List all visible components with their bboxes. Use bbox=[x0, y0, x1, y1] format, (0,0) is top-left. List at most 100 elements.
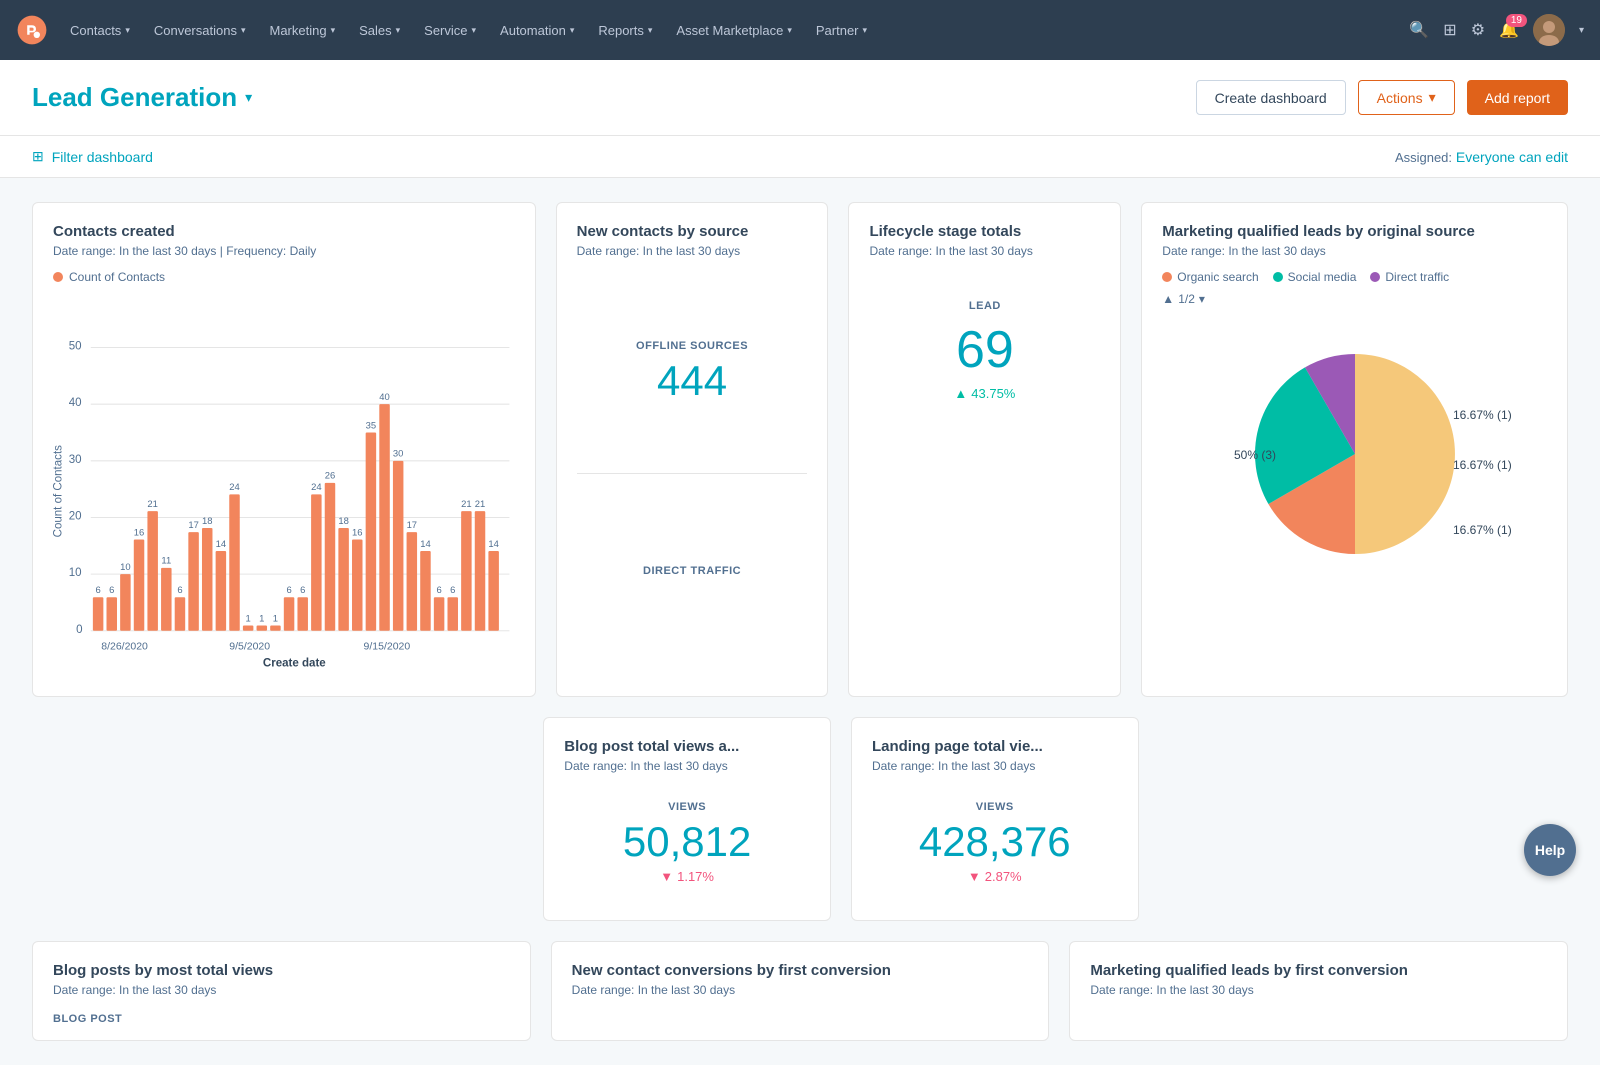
chevron-down-icon: ▾ bbox=[787, 25, 792, 36]
chevron-down-icon: ▾ bbox=[331, 25, 336, 36]
dashboard: Contacts created Date range: In the last… bbox=[0, 178, 1600, 1065]
landing-page-subtitle: Date range: In the last 30 days bbox=[872, 759, 1118, 773]
svg-text:30: 30 bbox=[393, 449, 404, 460]
grid-row-1: Contacts created Date range: In the last… bbox=[32, 202, 1568, 697]
blog-post-views-card: Blog post total views a... Date range: I… bbox=[543, 717, 831, 921]
svg-text:26: 26 bbox=[325, 471, 335, 482]
conversions-subtitle: Date range: In the last 30 days bbox=[572, 983, 1029, 997]
svg-text:6: 6 bbox=[300, 585, 305, 596]
chevron-down-icon[interactable]: ▾ bbox=[1579, 25, 1584, 36]
legend-dot-direct bbox=[1370, 272, 1380, 282]
nav-conversations[interactable]: Conversations ▾ bbox=[144, 15, 256, 46]
create-dashboard-button[interactable]: Create dashboard bbox=[1196, 80, 1346, 115]
blog-posts-subtitle: Date range: In the last 30 days bbox=[53, 983, 510, 997]
svg-text:40: 40 bbox=[69, 397, 82, 409]
nav-partner[interactable]: Partner ▾ bbox=[806, 15, 877, 46]
settings-icon[interactable]: ⚙ bbox=[1471, 20, 1485, 40]
pie-chart-container: 50% (3) 16.67% (1) 16.67% (1) 16.67% (1) bbox=[1162, 314, 1547, 594]
legend-direct: Direct traffic bbox=[1370, 270, 1449, 284]
landing-page-title: Landing page total vie... bbox=[872, 738, 1118, 755]
svg-text:10: 10 bbox=[120, 562, 131, 573]
svg-text:1: 1 bbox=[259, 613, 264, 624]
mql-subtitle: Date range: In the last 30 days bbox=[1162, 244, 1547, 258]
add-report-button[interactable]: Add report bbox=[1467, 80, 1568, 115]
svg-text:1: 1 bbox=[273, 613, 278, 624]
svg-text:6: 6 bbox=[177, 585, 182, 596]
page-header: Lead Generation ▾ Create dashboard Actio… bbox=[0, 60, 1600, 136]
svg-text:50% (3): 50% (3) bbox=[1234, 448, 1276, 462]
legend-social: Social media bbox=[1273, 270, 1357, 284]
blog-posts-views-card: Blog posts by most total views Date rang… bbox=[32, 941, 531, 1041]
chevron-down-icon: ▾ bbox=[241, 25, 246, 36]
lead-label: LEAD bbox=[969, 300, 1001, 312]
contacts-created-subtitle: Date range: In the last 30 days | Freque… bbox=[53, 244, 515, 258]
grid-row-3: Blog posts by most total views Date rang… bbox=[32, 941, 1568, 1041]
offline-value: 444 bbox=[657, 360, 727, 402]
legend-dot-organic bbox=[1162, 272, 1172, 282]
svg-text:6: 6 bbox=[95, 585, 100, 596]
contacts-chart-svg: 0 10 20 30 40 50 Count of Contacts bbox=[53, 296, 515, 676]
legend-dot-social bbox=[1273, 272, 1283, 282]
svg-text:17: 17 bbox=[407, 520, 418, 531]
svg-text:16.67% (1): 16.67% (1) bbox=[1453, 523, 1512, 537]
direct-label: DIRECT TRAFFIC bbox=[643, 565, 741, 577]
blog-post-col-label: BLOG POST bbox=[53, 1013, 510, 1025]
title-wrapper: Lead Generation ▾ bbox=[32, 82, 252, 113]
chevron-down-icon: ▾ bbox=[125, 25, 130, 36]
prev-page-icon[interactable]: ▲ bbox=[1162, 292, 1174, 306]
new-contacts-subtitle: Date range: In the last 30 days bbox=[577, 244, 808, 258]
direct-traffic-section: DIRECT TRAFFIC bbox=[577, 473, 808, 677]
svg-text:0: 0 bbox=[76, 624, 82, 636]
lifecycle-subtitle: Date range: In the last 30 days bbox=[869, 244, 1100, 258]
actions-button[interactable]: Actions ▾ bbox=[1358, 80, 1455, 115]
next-page-icon[interactable]: ▾ bbox=[1199, 292, 1205, 306]
new-contacts-title: New contacts by source bbox=[577, 223, 808, 240]
nav-sales[interactable]: Sales ▾ bbox=[349, 15, 410, 46]
lifecycle-content: LEAD 69 ▲ 43.75% bbox=[869, 270, 1100, 401]
chart-area: 0 10 20 30 40 50 Count of Contacts bbox=[53, 296, 515, 676]
blog-post-subtitle: Date range: In the last 30 days bbox=[564, 759, 810, 773]
svg-text:20: 20 bbox=[69, 511, 82, 523]
blog-views-section: VIEWS 50,812 ▼ 1.17% bbox=[564, 785, 810, 900]
nav-contacts[interactable]: Contacts ▾ bbox=[60, 15, 140, 46]
nav-asset-marketplace[interactable]: Asset Marketplace ▾ bbox=[666, 15, 801, 46]
notification-count: 19 bbox=[1506, 14, 1527, 27]
avatar[interactable] bbox=[1533, 14, 1565, 46]
assigned-link[interactable]: Everyone can edit bbox=[1456, 149, 1568, 165]
navigation: Contacts ▾ Conversations ▾ Marketing ▾ S… bbox=[0, 0, 1600, 60]
svg-text:14: 14 bbox=[420, 539, 431, 550]
chevron-down-icon: ▾ bbox=[472, 25, 477, 36]
svg-text:10: 10 bbox=[69, 567, 82, 579]
svg-text:24: 24 bbox=[229, 482, 240, 493]
nav-marketing[interactable]: Marketing ▾ bbox=[259, 15, 345, 46]
notification-icon[interactable]: 🔔 19 bbox=[1499, 20, 1519, 40]
pie-legend: Organic search Social media Direct traff… bbox=[1162, 270, 1547, 284]
legend-organic: Organic search bbox=[1162, 270, 1258, 284]
svg-text:50: 50 bbox=[69, 341, 82, 353]
landing-page-views-card: Landing page total vie... Date range: In… bbox=[851, 717, 1139, 921]
nav-service[interactable]: Service ▾ bbox=[414, 15, 486, 46]
landing-views-section: VIEWS 428,376 ▼ 2.87% bbox=[872, 785, 1118, 900]
svg-text:1: 1 bbox=[246, 613, 251, 624]
contacts-created-title: Contacts created bbox=[53, 223, 515, 240]
nav-automation[interactable]: Automation ▾ bbox=[490, 15, 584, 46]
lead-change: ▲ 43.75% bbox=[954, 386, 1015, 401]
mql-conversion-subtitle: Date range: In the last 30 days bbox=[1090, 983, 1547, 997]
title-dropdown-icon[interactable]: ▾ bbox=[245, 89, 252, 106]
svg-text:14: 14 bbox=[216, 539, 227, 550]
svg-text:18: 18 bbox=[202, 516, 213, 527]
help-button[interactable]: Help bbox=[1524, 824, 1576, 876]
svg-text:18: 18 bbox=[338, 516, 349, 527]
filter-dashboard-button[interactable]: ⊞ Filter dashboard bbox=[32, 148, 153, 165]
svg-text:6: 6 bbox=[286, 585, 291, 596]
nav-reports[interactable]: Reports ▾ bbox=[588, 15, 662, 46]
contacts-created-card: Contacts created Date range: In the last… bbox=[32, 202, 536, 697]
header-actions: Create dashboard Actions ▾ Add report bbox=[1196, 80, 1568, 115]
search-icon[interactable]: 🔍 bbox=[1409, 20, 1429, 40]
filter-icon: ⊞ bbox=[32, 148, 44, 165]
svg-text:30: 30 bbox=[69, 454, 82, 466]
new-contacts-source-card: New contacts by source Date range: In th… bbox=[556, 202, 829, 697]
svg-text:6: 6 bbox=[109, 585, 114, 596]
down-arrow-icon: ▼ bbox=[660, 869, 673, 884]
grid-icon[interactable]: ⊞ bbox=[1443, 20, 1456, 40]
